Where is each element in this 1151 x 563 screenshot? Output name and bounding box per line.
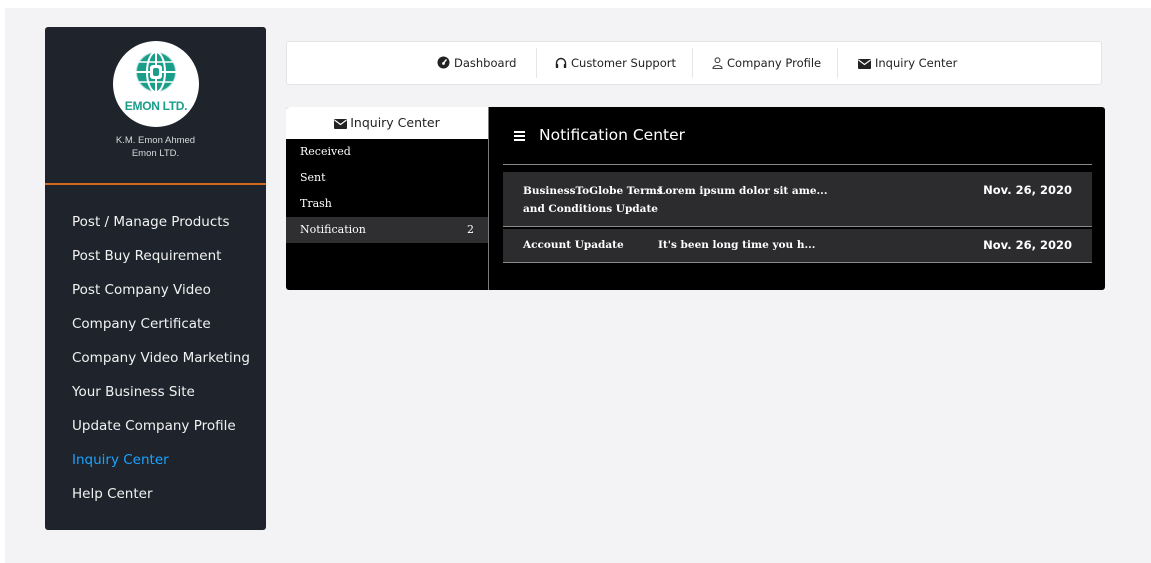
sidebar-item-post-company-video[interactable]: Post Company Video bbox=[45, 278, 266, 312]
notification-date: Nov. 26, 2020 bbox=[983, 238, 1072, 252]
notification-center-title: Notification Center bbox=[514, 121, 685, 149]
company-logo[interactable]: EMON LTD. bbox=[113, 41, 199, 127]
sidebar-item-post-manage-products[interactable]: Post / Manage Products bbox=[45, 210, 266, 244]
sidebar-item-update-company-profile[interactable]: Update Company Profile bbox=[45, 414, 266, 448]
nav-dashboard-label: Dashboard bbox=[454, 56, 517, 70]
notification-row[interactable]: BusinessToGlobe Terms and Conditions Upd… bbox=[503, 172, 1092, 227]
envelope-icon bbox=[334, 119, 348, 129]
sidebar-item-help-center[interactable]: Help Center bbox=[45, 482, 266, 516]
nav-inquiry-center-label: Inquiry Center bbox=[875, 56, 958, 70]
notification-subject: Account Upadate bbox=[523, 239, 624, 251]
notification-subject: BusinessToGlobe Terms and Conditions Upd… bbox=[523, 185, 663, 215]
folder-received[interactable]: Received bbox=[286, 139, 488, 165]
globe-icon bbox=[135, 51, 177, 93]
user-name: K.M. Emon Ahmed bbox=[115, 135, 196, 146]
user-company: Emon LTD. bbox=[131, 148, 180, 159]
menu-icon[interactable] bbox=[514, 131, 525, 141]
folder-notification-label: Notification bbox=[300, 223, 366, 236]
notification-preview: It's been long time you h... bbox=[658, 239, 816, 251]
dashboard-icon bbox=[437, 56, 450, 69]
folder-trash-label: Trash bbox=[300, 197, 332, 210]
top-navigation: Dashboard Customer Support Company Profi… bbox=[286, 41, 1102, 85]
folder-trash[interactable]: Trash bbox=[286, 191, 488, 217]
sidebar: EMON LTD. K.M. Emon Ahmed Emon LTD. Post… bbox=[45, 27, 266, 530]
panel-divider bbox=[488, 107, 489, 290]
notification-center-title-text: Notification Center bbox=[539, 126, 686, 144]
nav-company-profile[interactable]: Company Profile bbox=[712, 42, 821, 84]
folder-sent[interactable]: Sent bbox=[286, 165, 488, 191]
logo-text: EMON LTD. bbox=[124, 99, 188, 113]
inquiry-panel: Inquiry Center Received Sent Trash Notif… bbox=[286, 107, 1105, 290]
nav-inquiry-center[interactable]: Inquiry Center bbox=[858, 42, 957, 84]
nav-separator bbox=[692, 48, 693, 78]
sidebar-menu: Post / Manage Products Post Buy Requirem… bbox=[45, 210, 266, 516]
inquiry-folder-list: Received Sent Trash Notification 2 bbox=[286, 139, 488, 243]
sidebar-item-company-video-marketing[interactable]: Company Video Marketing bbox=[45, 346, 266, 380]
nav-customer-support[interactable]: Customer Support bbox=[555, 42, 676, 84]
nav-separator bbox=[536, 48, 537, 78]
envelope-icon bbox=[858, 59, 871, 69]
sidebar-item-inquiry-center[interactable]: Inquiry Center bbox=[45, 448, 266, 482]
sidebar-item-your-business-site[interactable]: Your Business Site bbox=[45, 380, 266, 414]
nav-dashboard[interactable]: Dashboard bbox=[437, 42, 516, 84]
sidebar-divider bbox=[45, 183, 266, 185]
nav-company-profile-label: Company Profile bbox=[727, 56, 822, 70]
user-icon bbox=[712, 57, 723, 70]
notification-count-badge: 2 bbox=[467, 223, 474, 236]
title-divider bbox=[503, 164, 1092, 165]
folder-received-label: Received bbox=[300, 145, 351, 158]
folder-sent-label: Sent bbox=[300, 171, 326, 184]
notification-preview: Lorem ipsum dolor sit ame... bbox=[658, 185, 828, 197]
notification-row[interactable]: Account Upadate It's been long time you … bbox=[503, 229, 1092, 263]
sidebar-item-company-certificate[interactable]: Company Certificate bbox=[45, 312, 266, 346]
nav-separator bbox=[837, 48, 838, 78]
notification-date: Nov. 26, 2020 bbox=[983, 183, 1072, 197]
inquiry-center-header-label: Inquiry Center bbox=[350, 115, 440, 130]
inquiry-center-header[interactable]: Inquiry Center bbox=[286, 107, 488, 139]
headphones-icon bbox=[555, 57, 567, 68]
folder-notification[interactable]: Notification 2 bbox=[286, 217, 488, 243]
sidebar-item-post-buy-requirement[interactable]: Post Buy Requirement bbox=[45, 244, 266, 278]
nav-customer-support-label: Customer Support bbox=[571, 56, 676, 70]
